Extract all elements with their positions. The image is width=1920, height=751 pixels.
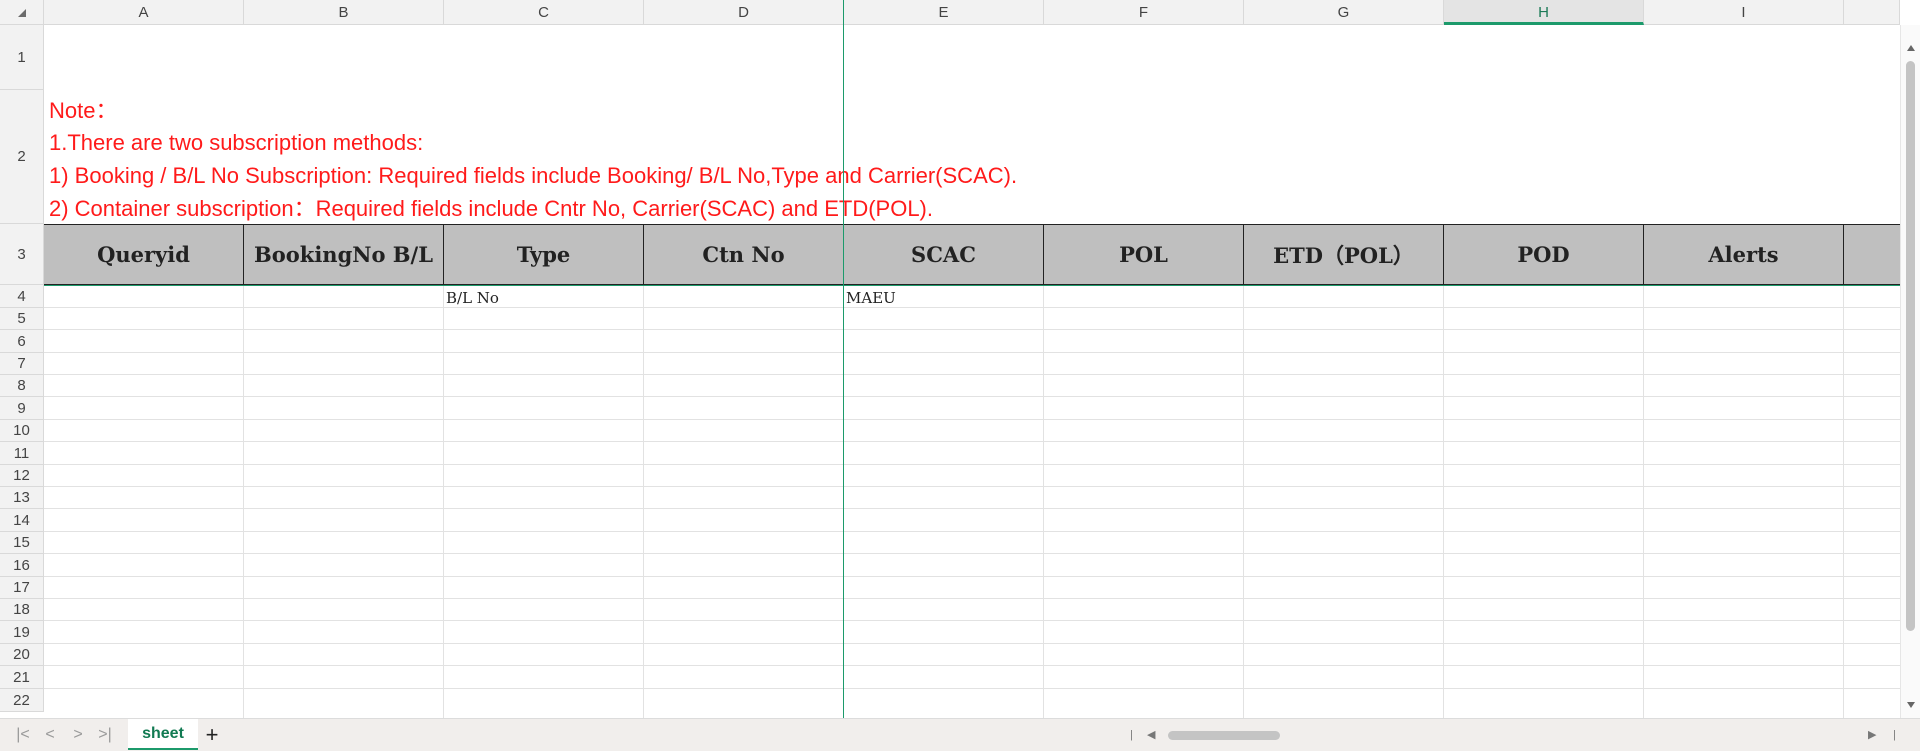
column-gridline (1043, 285, 1044, 718)
row-header-5[interactable]: 5 (0, 308, 44, 330)
column-header-a[interactable]: A (44, 0, 244, 25)
row-gridline (44, 620, 1900, 621)
row-header-6[interactable]: 6 (0, 330, 44, 353)
vertical-scroll-thumb[interactable] (1906, 61, 1915, 631)
row-header-15[interactable]: 15 (0, 532, 44, 554)
column-gridline (243, 285, 244, 718)
last-sheet-icon[interactable]: >| (94, 726, 116, 744)
row-gridline (44, 508, 1900, 509)
select-all-triangle-icon (18, 9, 26, 17)
cell-E4[interactable]: MAEU (846, 289, 896, 307)
row-header-1[interactable]: 1 (0, 25, 44, 90)
row-header-11[interactable]: 11 (0, 442, 44, 465)
column-gridline (1643, 285, 1644, 718)
vertical-scrollbar[interactable] (1900, 25, 1920, 718)
scroll-down-arrow-icon[interactable] (1907, 702, 1915, 708)
row-header-8[interactable]: 8 (0, 375, 44, 397)
table-header-cell[interactable]: Type (444, 225, 644, 284)
first-sheet-icon[interactable]: |< (12, 726, 34, 744)
sheet-tab-bar: |< < > >| sheet + | ◀ ▶ | (0, 718, 1920, 751)
table-header-cell[interactable]: ETD（POL） (1244, 225, 1444, 284)
table-header-cell[interactable]: SCAC (844, 225, 1044, 284)
row-header-10[interactable]: 10 (0, 420, 44, 442)
next-sheet-icon[interactable]: > (67, 726, 89, 744)
row-gridline (44, 419, 1900, 420)
table-header-row: Queryid BookingNo B/L Type Ctn No SCAC POL ETD… (44, 224, 1900, 285)
row-gridline (44, 576, 1900, 577)
column-gridline (1243, 285, 1244, 718)
column-header-d[interactable]: D (644, 0, 844, 25)
horizontal-scroll-thumb[interactable] (1168, 731, 1280, 740)
scroll-left-arrow-icon[interactable]: ◀ (1147, 727, 1155, 743)
row-header-3[interactable]: 3 (0, 224, 44, 285)
row-header-19[interactable]: 19 (0, 621, 44, 644)
column-gridline (1443, 285, 1444, 718)
row-gridline (44, 531, 1900, 532)
row-gridline (44, 374, 1900, 375)
row-gridline (44, 665, 1900, 666)
scroll-right-arrow-icon[interactable]: ▶ (1868, 727, 1876, 743)
scroll-start-icon[interactable]: | (1130, 727, 1133, 743)
table-header-cell[interactable]: Queryid (44, 225, 244, 284)
row-header-21[interactable]: 21 (0, 666, 44, 689)
note-title[interactable]: Note： (49, 95, 117, 127)
column-header-i[interactable]: I (1644, 0, 1844, 25)
row-gridline (44, 553, 1900, 554)
row-gridline (44, 643, 1900, 644)
table-header-cell[interactable]: Op (1844, 225, 1900, 284)
row-gridline (44, 396, 1900, 397)
row-gridline (44, 441, 1900, 442)
row-header-14[interactable]: 14 (0, 509, 44, 532)
row-gridline (44, 688, 1900, 689)
column-header-h[interactable]: H (1444, 0, 1644, 25)
row-header-20[interactable]: 20 (0, 644, 44, 666)
row-header-2[interactable]: 2 (0, 90, 44, 224)
column-header-g[interactable]: G (1244, 0, 1444, 25)
column-header-e[interactable]: E (844, 0, 1044, 25)
row-header-12[interactable]: 12 (0, 465, 44, 487)
table-header-cell[interactable]: POL (1044, 225, 1244, 284)
row-header-9[interactable]: 9 (0, 397, 44, 420)
table-header-cell[interactable]: POD (1444, 225, 1644, 284)
column-header-partial[interactable] (1844, 0, 1900, 25)
row-header-4[interactable]: 4 (0, 285, 44, 308)
column-header-f[interactable]: F (1044, 0, 1244, 25)
scroll-end-icon[interactable]: | (1893, 727, 1896, 743)
row-header-16[interactable]: 16 (0, 554, 44, 577)
sheet-tab[interactable]: sheet (128, 719, 198, 750)
row-gridline (44, 329, 1900, 330)
note-line-2[interactable]: 1) Booking / B/L No Subscription: Requir… (49, 160, 1017, 192)
column-gridline (643, 285, 644, 718)
row-gridline (44, 598, 1900, 599)
column-gridline (443, 285, 444, 718)
row-gridline (44, 464, 1900, 465)
table-header-cell[interactable]: Alerts (1644, 225, 1844, 284)
table-header-cell[interactable]: Ctn No (644, 225, 844, 284)
cell-C4[interactable]: B/L No (446, 289, 499, 307)
note-line-3[interactable]: 2) Container subscription：Required field… (49, 193, 933, 225)
scroll-up-arrow-icon[interactable] (1907, 45, 1915, 51)
spreadsheet-grid[interactable]: ABCDEFGHI 1 2 3 4 5 6 7 8 9 10 11 12 13 14 15 16 17 18 19 2… (0, 0, 1920, 718)
row-gridline (44, 307, 1900, 308)
row-header-17[interactable]: 17 (0, 577, 44, 599)
column-header-b[interactable]: B (244, 0, 444, 25)
prev-sheet-icon[interactable]: < (39, 726, 61, 744)
select-all-corner[interactable] (0, 0, 44, 25)
note-line-1[interactable]: 1.There are two subscription methods: (49, 127, 423, 159)
row-header-18[interactable]: 18 (0, 599, 44, 621)
column-gridline (1843, 285, 1844, 718)
add-sheet-button[interactable]: + (202, 723, 222, 747)
row-header-7[interactable]: 7 (0, 353, 44, 375)
row-gridline (44, 352, 1900, 353)
row-header-13[interactable]: 13 (0, 487, 44, 509)
column-header-c[interactable]: C (444, 0, 644, 25)
table-header-cell[interactable]: BookingNo B/L (244, 225, 444, 284)
freeze-pane-horizontal-line (44, 285, 1900, 286)
row-gridline (44, 486, 1900, 487)
row-header-22[interactable]: 22 (0, 689, 44, 712)
freeze-pane-vertical-line (843, 0, 844, 718)
